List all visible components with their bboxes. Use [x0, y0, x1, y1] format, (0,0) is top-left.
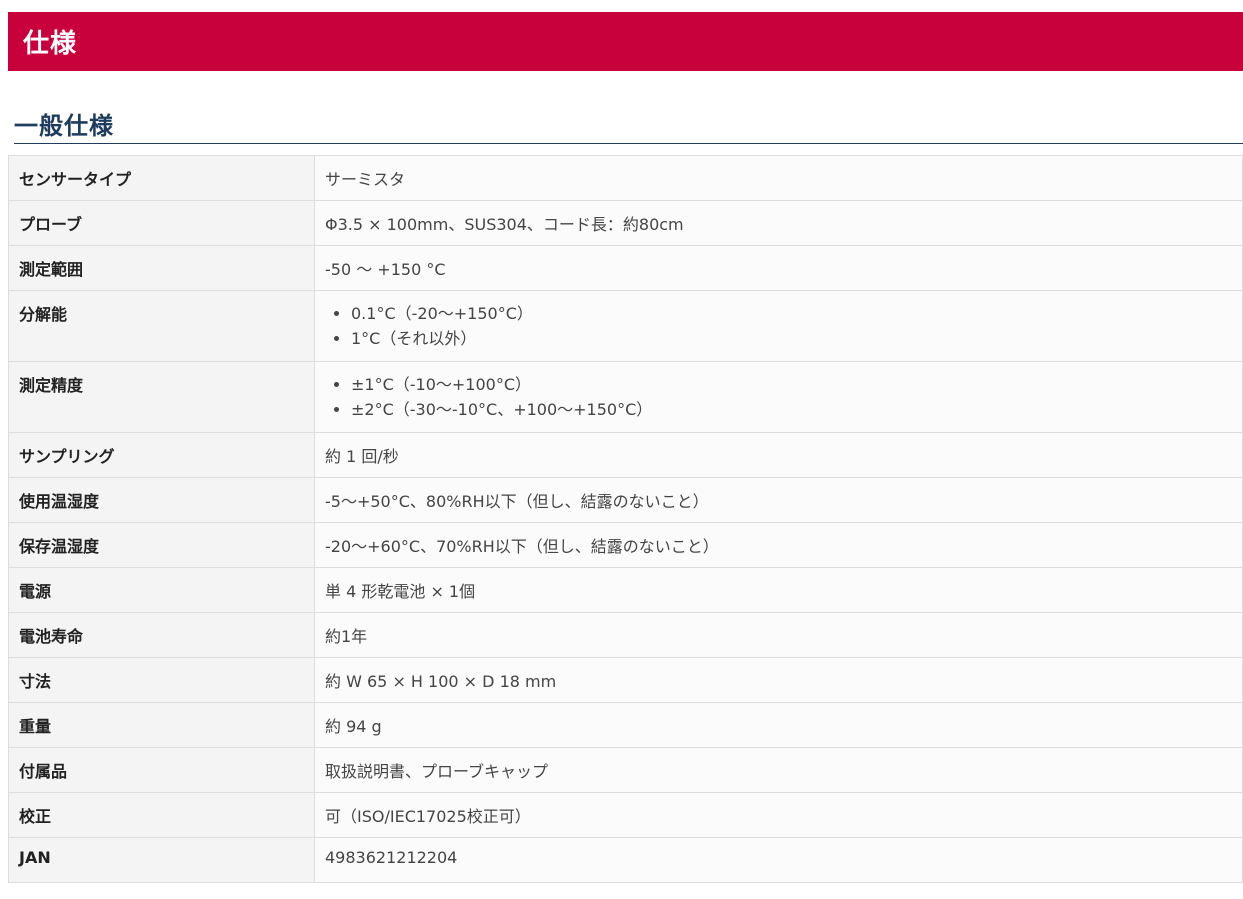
- row-value: 約 94 g: [314, 702, 1243, 748]
- row-label: プローブ: [8, 200, 315, 246]
- row-label: 電源: [8, 567, 315, 613]
- page-banner: 仕様: [8, 12, 1243, 71]
- section-divider: [14, 143, 1243, 144]
- row-value: 単 4 形乾電池 × 1個: [314, 567, 1243, 613]
- row-label: 分解能: [8, 290, 315, 362]
- row-label: センサータイプ: [8, 155, 315, 201]
- section-title: 一般仕様: [14, 112, 114, 140]
- table-row: プローブ Φ3.5 × 100mm、SUS304、コード長：約80cm: [8, 200, 1243, 246]
- row-label: JAN: [8, 837, 315, 883]
- row-value: Φ3.5 × 100mm、SUS304、コード長：約80cm: [314, 200, 1243, 246]
- spec-table: センサータイプ サーミスタ プローブ Φ3.5 × 100mm、SUS304、コ…: [8, 155, 1243, 883]
- table-row: 校正 可（ISO/IEC17025校正可）: [8, 792, 1243, 838]
- table-row: 重量 約 94 g: [8, 702, 1243, 748]
- table-row: 使用温湿度 -5〜+50°C、80%RH以下（但し、結露のないこと）: [8, 477, 1243, 523]
- list-item: 1°C（それ以外）: [351, 326, 1232, 351]
- row-value: -5〜+50°C、80%RH以下（但し、結露のないこと）: [314, 477, 1243, 523]
- table-row: 測定精度 ±1°C（-10〜+100°C） ±2°C（-30〜-10°C、+10…: [8, 361, 1243, 433]
- row-label: 寸法: [8, 657, 315, 703]
- row-value: 約 1 回/秒: [314, 432, 1243, 478]
- list-item: ±2°C（-30〜-10°C、+100〜+150°C）: [351, 397, 1232, 422]
- row-label: 測定精度: [8, 361, 315, 433]
- table-row: 保存温湿度 -20〜+60°C、70%RH以下（但し、結露のないこと）: [8, 522, 1243, 568]
- table-row: 電源 単 4 形乾電池 × 1個: [8, 567, 1243, 613]
- row-label: 測定範囲: [8, 245, 315, 291]
- table-row: センサータイプ サーミスタ: [8, 155, 1243, 201]
- row-value: -50 〜 +150 °C: [314, 245, 1243, 291]
- page-title: 仕様: [23, 29, 78, 59]
- list-item: ±1°C（-10〜+100°C）: [351, 372, 1232, 397]
- row-label: 重量: [8, 702, 315, 748]
- row-value-list: 0.1°C（-20〜+150°C） 1°C（それ以外）: [314, 290, 1243, 362]
- bullet-list: ±1°C（-10〜+100°C） ±2°C（-30〜-10°C、+100〜+15…: [325, 372, 1232, 422]
- row-label: 保存温湿度: [8, 522, 315, 568]
- row-value: サーミスタ: [314, 155, 1243, 201]
- table-row: 寸法 約 W 65 × H 100 × D 18 mm: [8, 657, 1243, 703]
- row-value: 約1年: [314, 612, 1243, 658]
- row-value: 約 W 65 × H 100 × D 18 mm: [314, 657, 1243, 703]
- list-item: 0.1°C（-20〜+150°C）: [351, 301, 1232, 326]
- row-label: 使用温湿度: [8, 477, 315, 523]
- row-label: 電池寿命: [8, 612, 315, 658]
- table-row: 測定範囲 -50 〜 +150 °C: [8, 245, 1243, 291]
- bullet-list: 0.1°C（-20〜+150°C） 1°C（それ以外）: [325, 301, 1232, 351]
- row-value: -20〜+60°C、70%RH以下（但し、結露のないこと）: [314, 522, 1243, 568]
- row-label: 付属品: [8, 747, 315, 793]
- row-value-list: ±1°C（-10〜+100°C） ±2°C（-30〜-10°C、+100〜+15…: [314, 361, 1243, 433]
- table-row: 電池寿命 約1年: [8, 612, 1243, 658]
- table-row: 分解能 0.1°C（-20〜+150°C） 1°C（それ以外）: [8, 290, 1243, 362]
- table-row: サンプリング 約 1 回/秒: [8, 432, 1243, 478]
- row-value: 取扱説明書、プローブキャップ: [314, 747, 1243, 793]
- row-value: 可（ISO/IEC17025校正可）: [314, 792, 1243, 838]
- row-label: 校正: [8, 792, 315, 838]
- table-row: JAN 4983621212204: [8, 837, 1243, 883]
- row-value: 4983621212204: [314, 837, 1243, 883]
- row-label: サンプリング: [8, 432, 315, 478]
- table-row: 付属品 取扱説明書、プローブキャップ: [8, 747, 1243, 793]
